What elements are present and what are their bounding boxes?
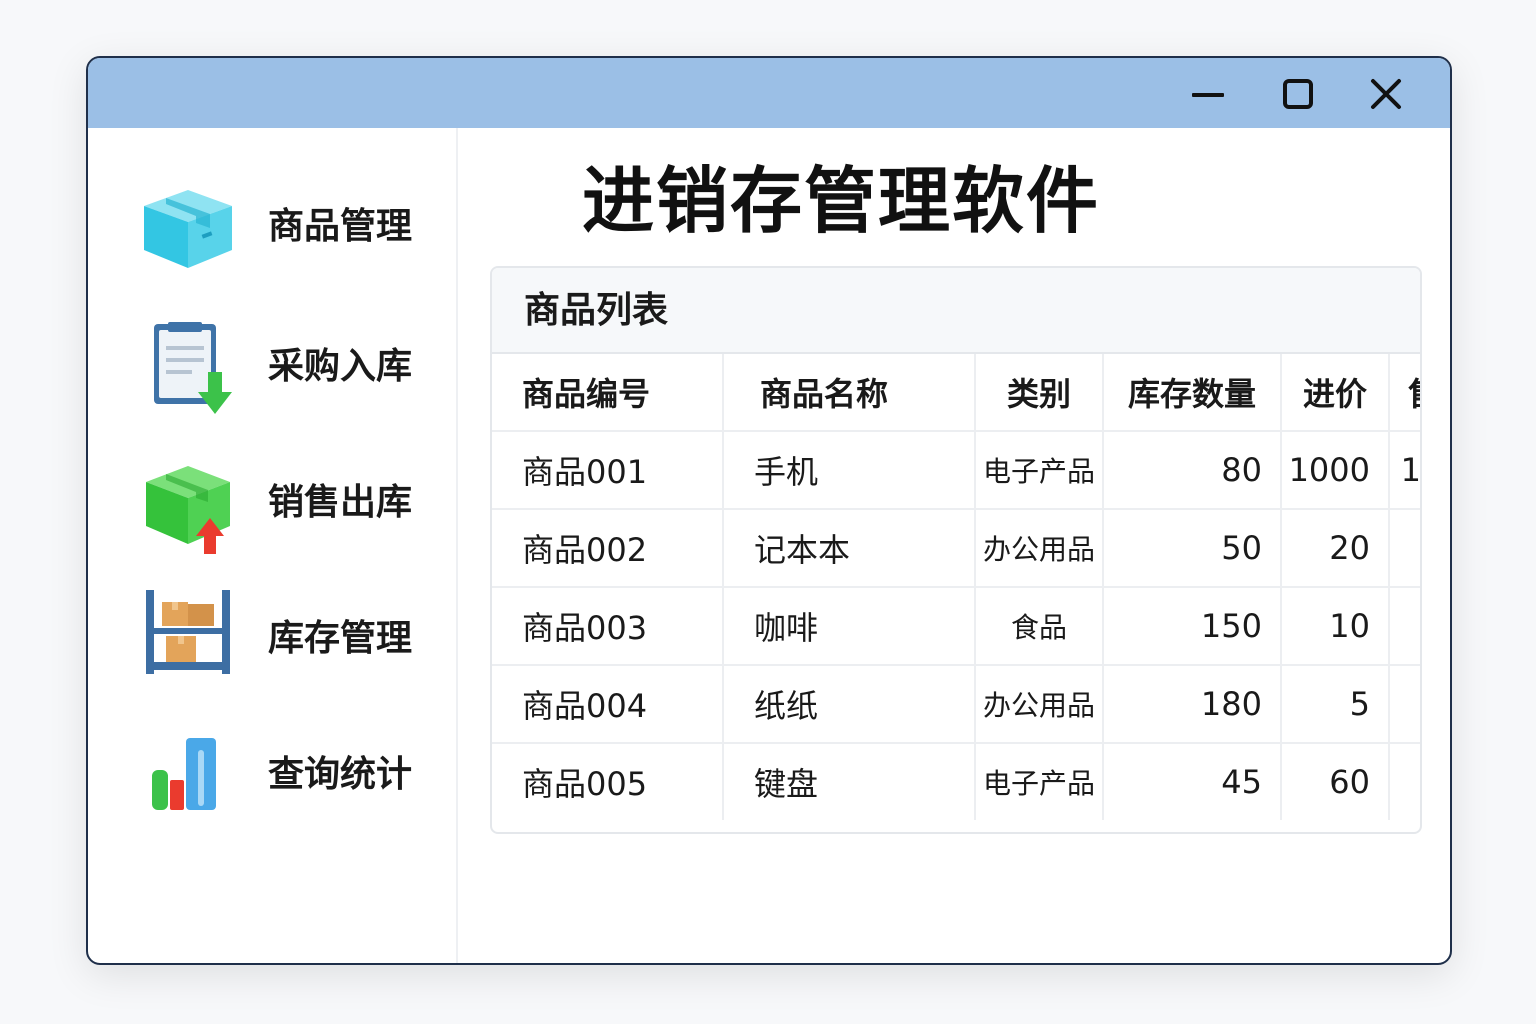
minimize-button[interactable]	[1186, 72, 1230, 116]
minimize-icon	[1192, 93, 1224, 97]
cell-category: 办公用品	[974, 664, 1104, 744]
cell-product-name: 手机	[722, 430, 976, 510]
cell-stock-qty: 180	[1102, 664, 1282, 744]
cell-sale-price: 1500	[1388, 430, 1420, 510]
sidebar-item-label: 商品管理	[268, 206, 413, 247]
table-row[interactable]: 商品003 咖啡 食品 150 10 25	[492, 586, 1420, 666]
maximize-button[interactable]	[1276, 72, 1320, 116]
cell-product-name: 纸纸	[722, 664, 976, 744]
cell-product-id: 商品002	[492, 508, 724, 588]
panel-header: 商品列表	[492, 268, 1420, 354]
table-row[interactable]: 商品001 手机 电子产品 80 1000 1500	[492, 430, 1420, 510]
cell-stock-qty: 50	[1102, 508, 1282, 588]
sidebar-item-label: 库存管理	[268, 618, 413, 659]
cell-sale-price: 35	[1388, 508, 1420, 588]
cell-product-name: 记本本	[722, 508, 976, 588]
sidebar: 商品管理 采购入库 销售出库 库存管理 查询统计	[88, 128, 458, 963]
cell-sale-price: 100	[1388, 742, 1420, 820]
sidebar-item-label: 采购入库	[268, 346, 413, 387]
cell-product-id: 商品003	[492, 586, 724, 666]
table-header-row: 商品编号 商品名称 类别 库存数量 进价 售价	[492, 354, 1420, 432]
cell-category: 办公用品	[974, 508, 1104, 588]
cell-product-id: 商品005	[492, 742, 724, 820]
table-row[interactable]: 商品005 键盘 电子产品 45 60 100	[492, 742, 1420, 820]
cell-product-name: 咖啡	[722, 586, 976, 666]
cell-purchase-price: 5	[1280, 664, 1390, 744]
sidebar-item-product-management[interactable]: 商品管理	[136, 178, 436, 278]
column-header[interactable]: 进价	[1280, 354, 1390, 432]
product-list-panel: 商品列表 商品编号 商品名称 类别 库存数量 进价 售价 商品001 手机 电子…	[490, 266, 1422, 834]
app-title: 进销存管理软件	[582, 159, 1101, 243]
maximize-icon	[1283, 79, 1313, 109]
sidebar-item-inventory-management[interactable]: 库存管理	[136, 590, 436, 690]
app-window: 商品管理 采购入库 销售出库 库存管理 查询统计 进销存管理软件 商品列表 商品…	[86, 56, 1452, 965]
column-header[interactable]: 库存数量	[1102, 354, 1282, 432]
sidebar-item-query-statistics[interactable]: 查询统计	[136, 726, 436, 826]
cell-sale-price: 25	[1388, 586, 1420, 666]
bar-chart-icon	[136, 726, 240, 826]
column-header[interactable]: 售价	[1388, 354, 1420, 432]
cell-purchase-price: 60	[1280, 742, 1390, 820]
cell-stock-qty: 150	[1102, 586, 1282, 666]
table-row[interactable]: 商品004 纸纸 办公用品 180 5 10	[492, 664, 1420, 744]
cell-product-name: 键盘	[722, 742, 976, 820]
cell-product-id: 商品004	[492, 664, 724, 744]
sidebar-item-sales-outbound[interactable]: 销售出库	[136, 454, 436, 554]
cell-stock-qty: 45	[1102, 742, 1282, 820]
cell-purchase-price: 10	[1280, 586, 1390, 666]
product-table: 商品编号 商品名称 类别 库存数量 进价 售价 商品001 手机 电子产品 80…	[492, 354, 1420, 820]
cell-purchase-price: 1000	[1280, 430, 1390, 510]
cell-category: 电子产品	[974, 430, 1104, 510]
table-row[interactable]: 商品002 记本本 办公用品 50 20 35	[492, 508, 1420, 588]
panel-title: 商品列表	[524, 290, 669, 331]
box-upload-icon	[136, 454, 240, 554]
box-icon	[136, 178, 240, 278]
close-icon	[1371, 79, 1401, 109]
cell-stock-qty: 80	[1102, 430, 1282, 510]
cell-product-id: 商品001	[492, 430, 724, 510]
cell-sale-price: 10	[1388, 664, 1420, 744]
cell-purchase-price: 20	[1280, 508, 1390, 588]
sidebar-item-label: 查询统计	[268, 754, 413, 795]
column-header[interactable]: 类别	[974, 354, 1104, 432]
sidebar-item-label: 销售出库	[268, 482, 413, 523]
column-header[interactable]: 商品编号	[492, 354, 724, 432]
cell-category: 食品	[974, 586, 1104, 666]
shelf-icon	[136, 590, 240, 690]
cell-category: 电子产品	[974, 742, 1104, 820]
column-header[interactable]: 商品名称	[722, 354, 976, 432]
title-bar[interactable]	[88, 58, 1450, 128]
sidebar-item-purchase-inbound[interactable]: 采购入库	[136, 318, 436, 418]
clipboard-download-icon	[136, 318, 240, 418]
close-button[interactable]	[1364, 72, 1408, 116]
